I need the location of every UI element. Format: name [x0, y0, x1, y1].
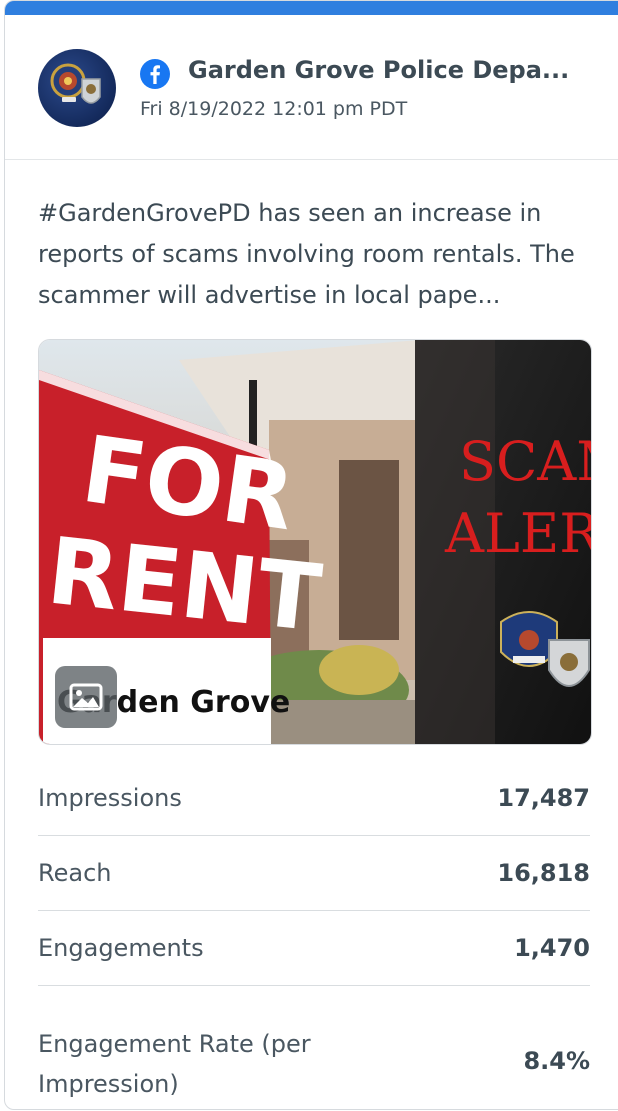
metric-row-impressions: Impressions 17,487: [38, 761, 590, 836]
metric-label: Impressions: [38, 784, 182, 812]
metric-row-engagement-rate: Engagement Rate (per Impression) 8.4%: [38, 986, 590, 1106]
police-badge-icon: [50, 63, 101, 104]
metric-row-reach: Reach 16,818: [38, 836, 590, 911]
post-header: Garden Grove Police Depa... Fri 8/19/202…: [5, 15, 618, 160]
avatar[interactable]: [38, 49, 116, 127]
metric-label: Engagement Rate (per Impression): [38, 1030, 311, 1098]
image-icon: [69, 683, 103, 711]
metrics-table: Impressions 17,487 Reach 16,818 Engageme…: [38, 761, 590, 1106]
post-image[interactable]: FOR RENT Garden Grove SCAM ALERT: [38, 339, 592, 745]
image-type-badge: [55, 666, 117, 728]
alert-text-alert: ALERT: [444, 502, 591, 565]
metric-value: 1,470: [514, 934, 590, 962]
metric-row-engagements: Engagements 1,470: [38, 911, 590, 986]
police-shield-icon: [548, 639, 590, 687]
post-card: Garden Grove Police Depa... Fri 8/19/202…: [4, 0, 618, 1110]
metric-label: Engagements: [38, 934, 204, 962]
alert-text-scam: SCAM: [459, 430, 591, 493]
accent-bar: [5, 1, 618, 15]
metric-value: 16,818: [497, 859, 590, 887]
facebook-icon: [140, 59, 170, 89]
metric-value: 8.4%: [523, 1047, 590, 1075]
metric-value: 17,487: [497, 784, 590, 812]
metric-label: Reach: [38, 859, 112, 887]
post-text: #GardenGrovePD has seen an increase in r…: [38, 199, 575, 309]
page-name[interactable]: Garden Grove Police Depa...: [188, 53, 608, 87]
post-timestamp: Fri 8/19/2022 12:01 pm PDT: [140, 98, 408, 120]
